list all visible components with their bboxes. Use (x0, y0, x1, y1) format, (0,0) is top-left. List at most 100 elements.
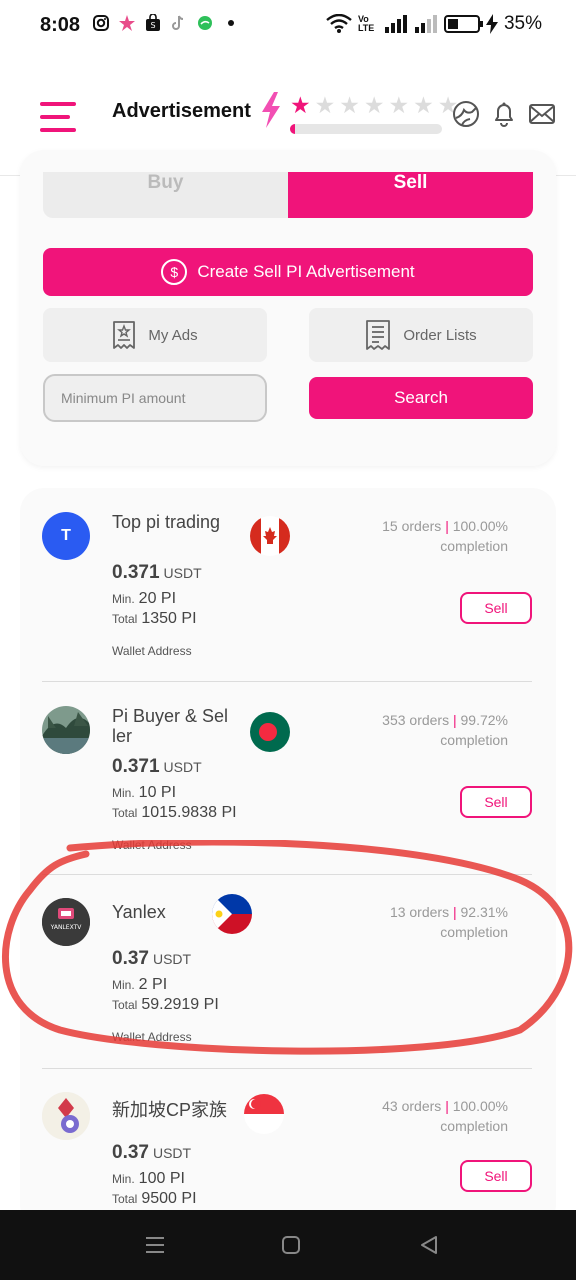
listing-item: 新加坡CP家族 43 orders | 100.00% completion 0… (42, 1092, 532, 1212)
total-value: 1015.9838 PI (141, 804, 237, 821)
price: 0.371 USDT (112, 562, 202, 584)
order-count: 43 orders (382, 1098, 442, 1114)
search-button[interactable]: Search (309, 377, 533, 419)
sell-button[interactable]: Sell (460, 786, 532, 818)
hamburger-menu-icon[interactable] (40, 102, 76, 136)
price-value: 0.371 (112, 562, 160, 583)
trader-name[interactable]: 新加坡CP家族 (112, 1100, 242, 1120)
total-label: Total (112, 1192, 138, 1206)
sell-button[interactable]: Sell (460, 592, 532, 624)
home-icon[interactable] (280, 1234, 302, 1256)
rating-star-icon: ★ (290, 92, 311, 118)
completion-rate: 100.00% (452, 518, 508, 534)
order-lists-button[interactable]: Order Lists (309, 308, 533, 362)
rating-star-icon: ★ (339, 92, 360, 118)
min-amount: Min. 100 PI (112, 1170, 185, 1188)
min-label: Min. (112, 786, 135, 800)
min-label: Min. (112, 592, 135, 606)
min-amount: Min. 10 PI (112, 784, 176, 802)
svg-text:S: S (150, 21, 155, 30)
avatar-text: YANLEXTV (50, 924, 83, 931)
price-currency: USDT (163, 759, 202, 775)
wallet-address[interactable]: Wallet Address (112, 838, 192, 852)
trader-name[interactable]: Pi Buyer & Seller (112, 706, 232, 746)
min-label: Min. (112, 1172, 135, 1186)
rating-progress-bar (290, 124, 442, 134)
sell-button[interactable]: Sell (460, 1160, 532, 1192)
page-title: Advertisement (112, 100, 251, 122)
order-count: 15 orders (382, 518, 442, 534)
wallet-address[interactable]: Wallet Address (112, 644, 192, 658)
avatar (42, 1092, 90, 1140)
dot-icon (228, 20, 234, 26)
price-value: 0.37 (112, 1142, 149, 1163)
completion-label: completion (440, 924, 508, 940)
total-label: Total (112, 612, 138, 626)
total-amount: Total 59.2919 PI (112, 996, 219, 1014)
completion-label: completion (440, 538, 508, 554)
buy-sell-tabs: Buy Sell (43, 172, 533, 218)
completion-label: completion (440, 1118, 508, 1134)
battery-icon (443, 15, 483, 33)
total-amount: Total 9500 PI (112, 1190, 197, 1208)
min-value: 20 PI (138, 590, 177, 607)
status-time: 8:08 (40, 14, 81, 36)
min-amount: Min. 20 PI (112, 590, 176, 608)
signal-icon (384, 15, 407, 33)
dollar-icon: $ (161, 259, 188, 285)
ads-document-icon (113, 321, 136, 349)
listing-item: T Top pi trading 15 orders | 100.00% com… (42, 512, 532, 682)
shopping-bag-icon: S (146, 14, 160, 31)
my-ads-button[interactable]: My Ads (43, 308, 267, 362)
order-stats: 15 orders | 100.00% completion (382, 518, 508, 554)
price: 0.37 USDT (112, 1142, 191, 1164)
completion-rate: 100.00% (452, 1098, 508, 1114)
order-stats: 43 orders | 100.00% completion (382, 1098, 508, 1134)
divider (42, 874, 532, 875)
rating-progress-fill (290, 124, 295, 134)
rating-star-icon: ★ (388, 92, 410, 118)
mail-icon[interactable] (528, 100, 556, 128)
recent-apps-icon[interactable] (144, 1234, 166, 1256)
globe-icon[interactable] (452, 100, 480, 128)
divider (42, 681, 532, 682)
wallet-address[interactable]: Wallet Address (112, 1030, 192, 1044)
signal-icon-2 (414, 15, 437, 33)
price-value: 0.371 (112, 756, 160, 777)
min-value: 10 PI (138, 784, 177, 801)
create-sell-ad-label: Create Sell PI Advertisement (197, 262, 415, 281)
battery-level (447, 19, 458, 29)
minimum-pi-amount-input[interactable] (43, 374, 267, 422)
rating-star-icon: ★ (413, 92, 434, 118)
price: 0.371 USDT (112, 756, 202, 778)
status-right: Vo LTE 35% (326, 13, 542, 35)
price: 0.37 USDT (112, 948, 191, 970)
create-sell-ad-button[interactable]: $ Create Sell PI Advertisement (43, 248, 533, 296)
order-stats: 353 orders | 99.72% completion (382, 712, 508, 748)
back-icon[interactable] (418, 1234, 440, 1256)
total-label: Total (112, 998, 138, 1012)
bangladesh-flag-icon (250, 712, 290, 752)
order-count: 13 orders (389, 904, 450, 920)
completion-rate: 99.72% (460, 712, 508, 728)
tab-buy[interactable]: Buy (43, 172, 288, 218)
order-count: 353 orders (382, 712, 450, 728)
system-nav-bar (0, 1210, 576, 1280)
bell-icon[interactable] (490, 100, 518, 128)
status-bar: 8:08 S Vo LTE 35% (0, 0, 576, 52)
battery-percent: 35% (503, 13, 542, 34)
price-currency: USDT (152, 951, 192, 967)
tiktok-icon (172, 15, 184, 30)
order-stats: 13 orders | 92.31% completion (389, 904, 508, 940)
total-label: Total (112, 806, 138, 820)
total-amount: Total 1015.9838 PI (112, 804, 237, 822)
trader-name[interactable]: Top pi trading (112, 512, 232, 532)
listing-item: Pi Buyer & Seller 353 orders | 99.72% co… (42, 706, 532, 856)
tab-sell[interactable]: Sell (288, 172, 533, 218)
total-amount: Total 1350 PI (112, 610, 197, 628)
min-value: 2 PI (138, 976, 168, 993)
listing-item: YANLEXTV Yanlex 13 orders | 92.31% compl… (42, 894, 532, 1058)
wifi-icon (326, 14, 352, 33)
order-lists-label: Order Lists (403, 326, 477, 344)
total-value: 1350 PI (141, 610, 197, 627)
